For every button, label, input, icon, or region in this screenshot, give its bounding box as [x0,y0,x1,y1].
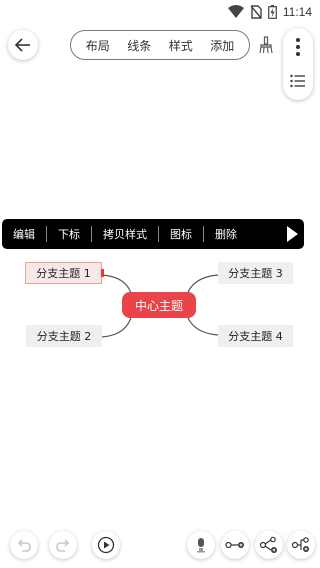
central-topic-label: 中心主题 [134,298,183,313]
tab-layout[interactable]: 布局 [86,37,110,54]
branch-topic-1[interactable]: 分支主题 1 [25,262,102,284]
tab-add[interactable]: 添加 [210,37,234,54]
branch-topic-3[interactable]: 分支主题 3 [218,262,293,284]
back-button[interactable] [8,30,38,60]
battery-charging-icon [267,5,277,19]
tab-style[interactable]: 样式 [169,37,193,54]
menu-copy-style[interactable]: 拷贝样式 [92,226,158,242]
selection-handle[interactable] [101,269,104,277]
undo-button[interactable] [10,531,38,559]
add-sibling-icon [225,541,244,549]
central-topic[interactable]: 中心主题 [122,292,196,318]
toolbar-tabs: 布局 线条 样式 添加 [70,30,250,60]
menu-edit[interactable]: 编辑 [2,226,46,242]
undo-icon [17,539,31,552]
arrow-left-icon [14,38,30,52]
microphone-icon [197,538,205,553]
add-child-button[interactable] [255,531,283,559]
add-parent-button[interactable] [287,531,315,559]
wifi-icon [227,5,244,18]
menu-subscript[interactable]: 下标 [47,226,91,242]
presentation-button[interactable] [92,531,120,559]
redo-icon [56,539,70,552]
branch-topic-2[interactable]: 分支主题 2 [26,325,102,347]
outline-button[interactable] [283,72,313,90]
more-button[interactable] [283,36,313,58]
redo-button[interactable] [49,531,77,559]
play-circle-icon [97,536,115,554]
branch-topic-4[interactable]: 分支主题 4 [218,325,293,347]
status-time: 11:14 [282,5,312,19]
brush-icon [259,36,273,54]
voice-input-button[interactable] [187,531,215,559]
add-child-icon [259,536,277,553]
branch-topic-label: 分支主题 2 [36,330,92,343]
no-sim-icon [250,5,262,19]
node-context-menu: 编辑 下标 拷贝样式 图标 删除 [2,219,304,249]
list-icon [290,74,305,88]
menu-icon[interactable]: 图标 [159,226,203,242]
add-sibling-button[interactable] [221,531,249,559]
branch-topic-label: 分支主题 4 [228,330,283,343]
format-brush-button[interactable] [257,36,275,54]
branch-topic-label: 分支主题 1 [36,267,91,280]
play-right-icon[interactable] [287,226,298,242]
tab-lines[interactable]: 线条 [127,37,151,54]
menu-delete[interactable]: 删除 [204,226,248,242]
status-bar: 11:14 [0,0,320,24]
mind-map-canvas: 分支主题 1 分支主题 2 分支主题 3 分支主题 4 中心主题 [0,255,320,355]
side-panel [283,28,313,100]
branch-topic-label: 分支主题 3 [228,267,283,280]
add-parent-icon [291,537,309,552]
